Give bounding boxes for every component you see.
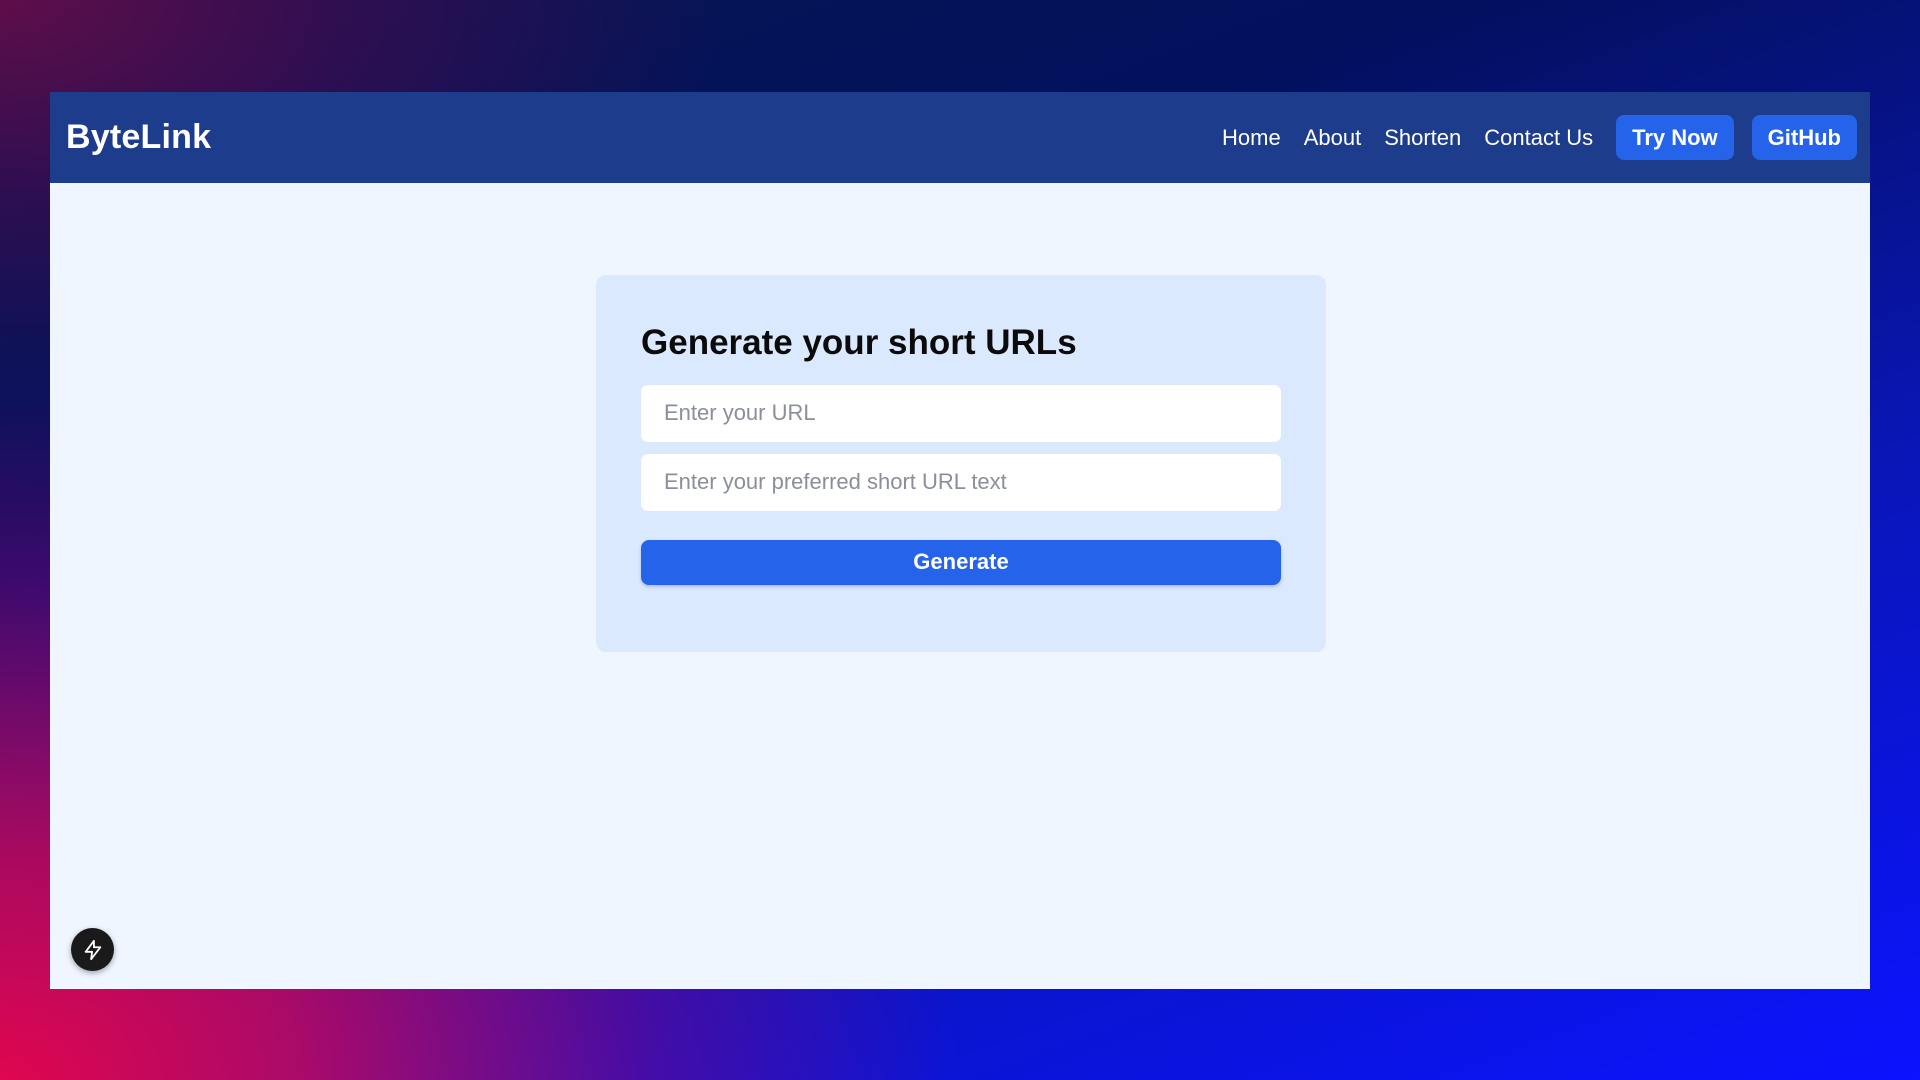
try-now-button[interactable]: Try Now [1616,115,1734,160]
url-input[interactable] [641,384,1281,442]
navbar: ByteLink Home About Shorten Contact Us T… [50,92,1870,183]
nav-link-shorten[interactable]: Shorten [1384,125,1461,151]
github-button[interactable]: GitHub [1751,115,1857,160]
browser-viewport: ByteLink Home About Shorten Contact Us T… [50,92,1870,989]
lightning-bolt-icon [84,939,101,960]
brand-logo[interactable]: ByteLink [66,118,211,157]
url-shortener-card: Generate your short URLs Generate [596,275,1326,652]
dev-tools-button[interactable] [71,928,114,971]
card-title: Generate your short URLs [641,323,1077,362]
generate-button[interactable]: Generate [641,539,1281,585]
nav-link-about[interactable]: About [1304,125,1362,151]
desktop-backdrop: ByteLink Home About Shorten Contact Us T… [0,0,1920,1080]
nav-link-home[interactable]: Home [1222,125,1281,151]
short-url-text-input[interactable] [641,453,1281,511]
nav-link-contact[interactable]: Contact Us [1484,125,1593,151]
nav-menu: Home About Shorten Contact Us Try Now Gi… [1222,115,1857,160]
